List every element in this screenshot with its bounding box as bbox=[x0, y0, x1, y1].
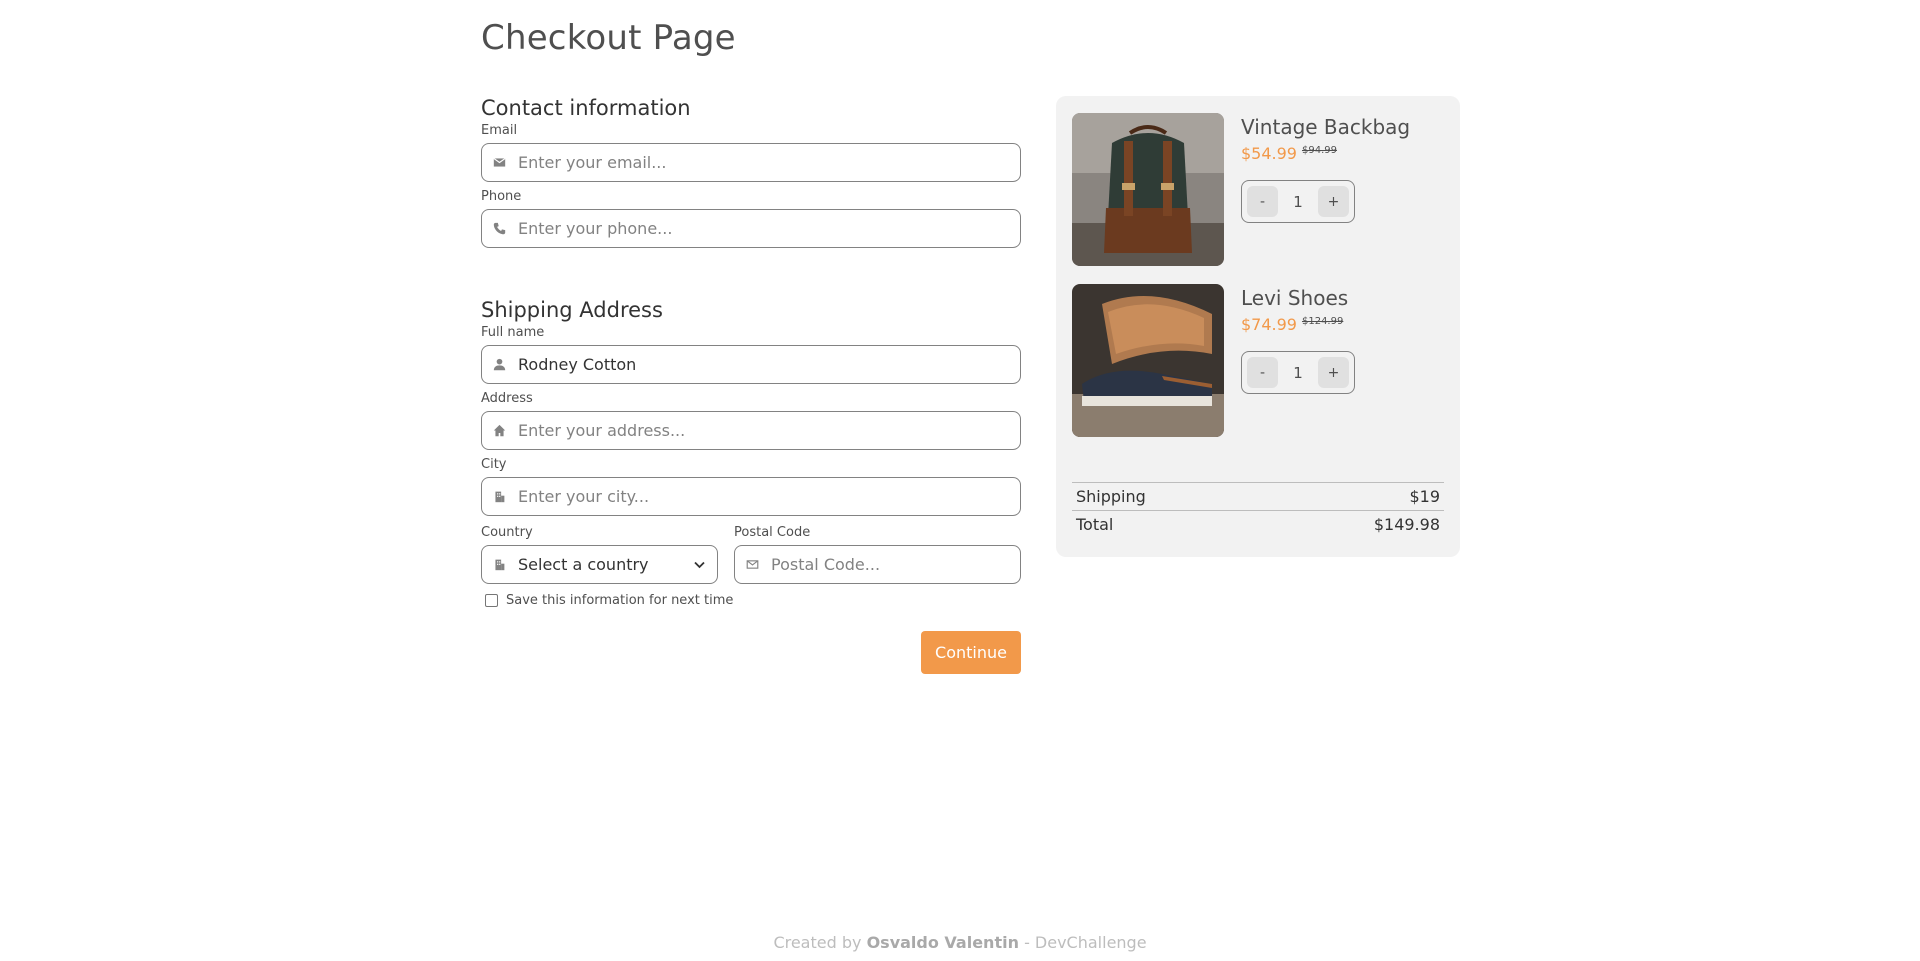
backpack-image bbox=[1072, 113, 1224, 266]
shipping-value: $19 bbox=[1409, 487, 1440, 506]
country-value: Select a country bbox=[518, 555, 649, 574]
phone-label: Phone bbox=[481, 189, 522, 204]
fullname-input[interactable] bbox=[518, 355, 1020, 374]
city-label: City bbox=[481, 457, 507, 472]
footer-author[interactable]: Osvaldo Valentin bbox=[867, 933, 1019, 952]
total-value: $149.98 bbox=[1373, 515, 1440, 534]
building-icon bbox=[492, 490, 506, 504]
fullname-label: Full name bbox=[481, 325, 545, 340]
item-price: $54.99 bbox=[1241, 144, 1297, 163]
footer-prefix: Created by bbox=[773, 933, 862, 952]
footer: Created by Osvaldo Valentin - DevChallen… bbox=[0, 933, 1920, 952]
item-name: Vintage Backbag bbox=[1241, 115, 1411, 139]
building-icon bbox=[492, 558, 506, 572]
total-row: Total $149.98 bbox=[1072, 510, 1444, 538]
shipping-heading: Shipping Address bbox=[481, 298, 663, 322]
email-label: Email bbox=[481, 123, 518, 138]
person-icon bbox=[492, 358, 506, 372]
country-select[interactable]: Select a country bbox=[481, 545, 718, 584]
increment-button[interactable]: + bbox=[1317, 186, 1349, 217]
country-label: Country bbox=[481, 525, 533, 540]
address-label: Address bbox=[481, 391, 533, 406]
decrement-button[interactable]: - bbox=[1247, 357, 1278, 388]
chevron-down-icon bbox=[694, 558, 705, 572]
total-label: Total bbox=[1076, 515, 1114, 534]
continue-button[interactable]: Continue bbox=[921, 631, 1021, 674]
order-totals: Shipping $19 Total $149.98 bbox=[1072, 482, 1444, 538]
quantity-value: 1 bbox=[1293, 192, 1303, 211]
address-input[interactable] bbox=[518, 421, 1020, 440]
item-old-price: $124.99 bbox=[1301, 316, 1344, 327]
address-field[interactable] bbox=[481, 411, 1021, 450]
phone-field[interactable] bbox=[481, 209, 1021, 248]
shipping-label: Shipping bbox=[1076, 487, 1146, 506]
quantity-stepper: - 1 + bbox=[1241, 351, 1355, 394]
order-summary: Vintage Backbag $54.99 $94.99 - 1 + Levi… bbox=[1056, 96, 1460, 557]
home-icon bbox=[492, 424, 506, 438]
footer-suffix: - DevChallenge bbox=[1024, 933, 1147, 952]
contact-heading: Contact information bbox=[481, 96, 691, 120]
fullname-field[interactable] bbox=[481, 345, 1021, 384]
cart-item: Levi Shoes $74.99 $124.99 - 1 + bbox=[1072, 284, 1444, 437]
envelope-icon bbox=[492, 156, 506, 170]
email-field[interactable] bbox=[481, 143, 1021, 182]
postal-input[interactable] bbox=[771, 555, 1020, 574]
phone-icon bbox=[492, 222, 506, 236]
city-input[interactable] bbox=[518, 487, 1020, 506]
decrement-button[interactable]: - bbox=[1247, 186, 1278, 217]
city-field[interactable] bbox=[481, 477, 1021, 516]
quantity-stepper: - 1 + bbox=[1241, 180, 1355, 223]
save-info-row: Save this information for next time bbox=[481, 593, 1021, 608]
phone-input[interactable] bbox=[518, 219, 1020, 238]
item-name: Levi Shoes bbox=[1241, 286, 1349, 310]
save-info-label: Save this information for next time bbox=[506, 593, 734, 608]
page-title: Checkout Page bbox=[481, 18, 736, 58]
shipping-row: Shipping $19 bbox=[1072, 482, 1444, 510]
postal-label: Postal Code bbox=[734, 525, 811, 540]
mail-outline-icon bbox=[745, 558, 759, 572]
item-old-price: $94.99 bbox=[1301, 145, 1337, 156]
cart-item: Vintage Backbag $54.99 $94.99 - 1 + bbox=[1072, 113, 1444, 266]
increment-button[interactable]: + bbox=[1317, 357, 1349, 388]
save-info-checkbox[interactable] bbox=[485, 594, 498, 607]
quantity-value: 1 bbox=[1293, 363, 1303, 382]
item-price: $74.99 bbox=[1241, 315, 1297, 334]
postal-field[interactable] bbox=[734, 545, 1021, 584]
shoes-image bbox=[1072, 284, 1224, 437]
checkout-form: Contact information Email Phone Shipping… bbox=[481, 95, 1021, 608]
email-input[interactable] bbox=[518, 153, 1020, 172]
